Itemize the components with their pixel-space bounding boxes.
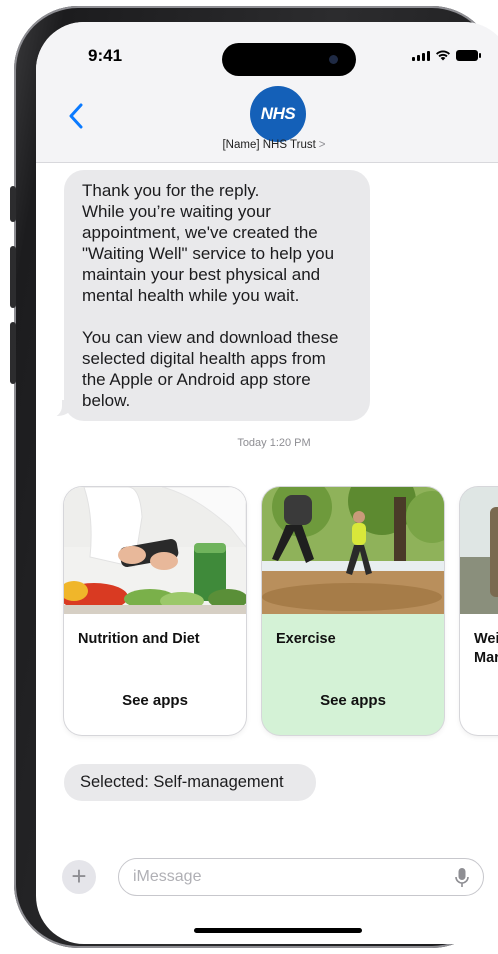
selected-reply-bubble: Selected: Self-management: [64, 764, 316, 801]
card-nutrition-and-diet[interactable]: Nutrition and Diet See apps: [64, 487, 246, 735]
card-title: Wei Mar: [474, 631, 498, 666]
back-chevron-icon[interactable]: [66, 102, 86, 130]
imessage-input[interactable]: [118, 858, 484, 896]
message-paragraph-2: You can view and download these selected…: [82, 328, 339, 410]
see-apps-button[interactable]: See apps: [262, 692, 444, 709]
contact-name: [Name] NHS Trust: [222, 139, 316, 151]
card-title: Exercise: [276, 631, 336, 647]
phone-frame: 9:41 NHS [Name] NHS Trust > Thank you fo…: [10, 6, 498, 948]
volume-down-button: [10, 322, 16, 384]
dynamic-island: [222, 43, 356, 76]
phone-screen: 9:41 NHS [Name] NHS Trust > Thank you fo…: [36, 22, 498, 944]
action-button: [10, 186, 16, 222]
volume-up-button: [10, 246, 16, 308]
contact-avatar[interactable]: NHS: [250, 86, 306, 142]
contact-chevron-icon: >: [318, 139, 326, 151]
incoming-message-bubble: Thank you for the reply. While you’re wa…: [64, 170, 370, 421]
message-paragraph-1: Thank you for the reply. While you’re wa…: [82, 181, 335, 305]
microphone-icon[interactable]: [454, 867, 470, 889]
exercise-photo: [262, 487, 444, 614]
see-apps-button[interactable]: See apps: [64, 692, 246, 709]
status-time: 9:41: [88, 46, 123, 65]
cellular-signal-icon: [412, 51, 430, 61]
weight-management-photo: [460, 487, 498, 614]
message-timestamp: Today 1:20 PM: [237, 437, 311, 449]
card-title: Nutrition and Diet: [78, 631, 200, 647]
battery-icon: [456, 50, 481, 61]
wifi-icon: [436, 50, 450, 61]
add-attachment-button[interactable]: +: [62, 860, 96, 894]
conversation-header: 9:41 NHS [Name] NHS Trust >: [36, 22, 498, 163]
card-exercise[interactable]: Exercise See apps: [262, 487, 444, 735]
status-icons: [412, 49, 481, 61]
card-weight-management[interactable]: Wei Mar: [460, 487, 498, 735]
nutrition-photo: [64, 487, 246, 614]
contact-name-row[interactable]: [Name] NHS Trust >: [36, 139, 498, 151]
home-indicator[interactable]: [194, 928, 362, 933]
